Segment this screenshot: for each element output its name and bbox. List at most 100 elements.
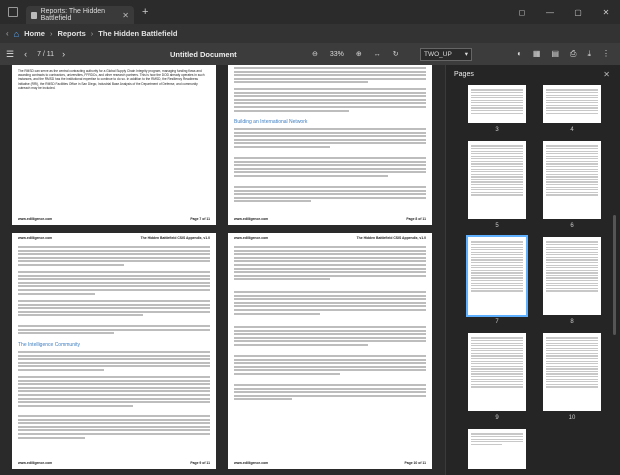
page-indicator[interactable]: 7 / 11 — [37, 51, 54, 58]
page-thumbnail-8[interactable] — [543, 237, 601, 315]
page-8-footer-pagenum: Page 8 of 11 — [406, 217, 426, 221]
page-8-footer-site: www.edilligence.com — [234, 217, 269, 221]
page-8: Building an International Network www.ed… — [228, 65, 432, 225]
right-tools: ◐ ▦ ▤ ⎙ ⤓ ⋮ — [517, 49, 610, 59]
page-9-para — [18, 351, 210, 373]
page-7-footer: www.edilligence.com Page 7 of 11 — [18, 217, 210, 221]
breadcrumb-home[interactable]: Home — [24, 29, 45, 38]
thumbnail-number: 7 — [495, 319, 499, 325]
page-10: www.edilligence.com The Hidden Battlefie… — [228, 233, 432, 469]
rotate-icon[interactable]: ↻ — [393, 50, 399, 58]
back-arrow-icon[interactable]: ‹ — [6, 29, 9, 38]
page-8-para — [234, 67, 426, 85]
page-8-para — [234, 186, 426, 212]
page-9-header-title: The Hidden Battlefield CSIS Appendix, v1… — [140, 236, 210, 240]
prev-page-icon[interactable]: ‹ — [24, 49, 27, 59]
page-8-para — [234, 128, 426, 154]
page-9-header: www.edilligence.com The Hidden Battlefie… — [12, 233, 216, 240]
fit-width-icon[interactable]: ↔ — [374, 51, 381, 58]
document-viewer[interactable]: The RMSD can serve as the central contra… — [0, 65, 445, 475]
page-thumbnail-5[interactable] — [468, 141, 526, 219]
zoom-out-icon[interactable]: ⊖ — [312, 50, 318, 58]
tab-title: Reports: The Hidden Battlefield — [40, 8, 106, 22]
page-8-para — [234, 157, 426, 183]
page-7-intro: The RMSD can serve as the central contra… — [18, 69, 205, 90]
page-9-para — [18, 300, 210, 322]
page-9-footer-pagenum: Page 9 of 11 — [190, 461, 210, 465]
home-icon[interactable]: ⌂ — [14, 29, 19, 39]
page-9-footer-site: www.edilligence.com — [18, 461, 53, 465]
close-sidebar-icon[interactable]: ✕ — [603, 70, 610, 79]
page-10-footer-pagenum: Page 10 of 11 — [404, 461, 427, 465]
download-icon[interactable]: ⤓ — [587, 49, 591, 59]
profile-icon[interactable]: ◻ — [508, 0, 536, 24]
breadcrumb-current: The Hidden Battlefield — [98, 29, 178, 38]
page-10-header: www.edilligence.com The Hidden Battlefie… — [228, 233, 432, 240]
window-controls: ◻ — ▢ ✕ — [508, 0, 620, 24]
thumbnail-number: 3 — [495, 127, 499, 133]
page-9-footer: www.edilligence.com Page 9 of 11 — [18, 461, 210, 465]
page-9-para — [18, 325, 210, 339]
page-9-subheading: The Intelligence Community — [18, 342, 80, 348]
page-thumbnail-10[interactable] — [543, 333, 601, 411]
palette-icon[interactable]: ◐ — [517, 49, 522, 59]
layout-select[interactable]: TWO_UP ▾ — [420, 47, 472, 61]
breadcrumb-reports[interactable]: Reports — [57, 29, 85, 38]
tab-active[interactable]: Reports: The Hidden Battlefield ✕ — [26, 6, 134, 24]
page-8-para — [234, 88, 426, 116]
new-tab-button[interactable]: + — [142, 6, 148, 18]
tab-close-icon[interactable]: ✕ — [122, 11, 129, 20]
page-9-para — [18, 246, 210, 268]
window-menu-icon[interactable] — [8, 7, 18, 17]
breadcrumb-separator: › — [90, 29, 94, 38]
title-bar: Reports: The Hidden Battlefield ✕ + ◻ — … — [0, 0, 620, 24]
page-favicon-icon — [31, 11, 37, 19]
page-10-para — [234, 384, 426, 406]
page-thumbnail-9[interactable] — [468, 333, 526, 411]
maximize-button[interactable]: ▢ — [564, 0, 592, 24]
address-bar: ‹ ⌂ Home › Reports › The Hidden Battlefi… — [0, 24, 620, 43]
page-9-header-site: www.edilligence.com — [18, 236, 53, 240]
page-thumbnail-7[interactable] — [466, 235, 528, 317]
page-8-footer: www.edilligence.com Page 8 of 11 — [234, 217, 426, 221]
zoom-in-icon[interactable]: ⊕ — [356, 50, 362, 58]
zoom-level[interactable]: 33% — [330, 51, 344, 58]
page-9-para — [18, 376, 210, 412]
thumbnail-number: 6 — [570, 223, 574, 229]
page-10-footer-site: www.edilligence.com — [234, 461, 269, 465]
page-thumbnail-3[interactable] — [468, 85, 526, 123]
more-options-icon[interactable]: ⋮ — [602, 49, 610, 59]
page-7: The RMSD can serve as the central contra… — [12, 65, 216, 225]
zoom-controls: ⊖ 33% ⊕ ↔ ↻ — [312, 50, 399, 59]
page-10-para — [234, 246, 426, 288]
page-thumbnail-6[interactable] — [543, 141, 601, 219]
page-thumbnail-11[interactable] — [468, 429, 526, 469]
layout-select-value: TWO_UP — [424, 50, 452, 58]
next-page-icon[interactable]: › — [62, 49, 65, 59]
print-icon[interactable]: ⎙ — [570, 49, 576, 59]
sidebar-header: Pages ✕ — [446, 65, 620, 84]
thumbnail-number: 9 — [495, 415, 499, 421]
document-title: Untitled Document — [170, 49, 237, 59]
pdf-toolbar: ☰ ‹ 7 / 11 › Untitled Document ⊖ 33% ⊕ ↔… — [0, 43, 620, 65]
close-window-button[interactable]: ✕ — [592, 0, 620, 24]
pages-sidebar: Pages ✕ 3 4 5 6 7 8 9 10 — [445, 65, 620, 475]
menu-icon[interactable]: ☰ — [6, 49, 14, 60]
sidebar-title: Pages — [454, 71, 474, 78]
minimize-button[interactable]: — — [536, 0, 564, 24]
chevron-down-icon: ▾ — [464, 51, 468, 58]
page-10-para — [234, 355, 426, 381]
page-thumbnail-4[interactable] — [543, 85, 601, 123]
thumbnail-number: 5 — [495, 223, 499, 229]
grid-view-icon[interactable]: ▦ — [533, 49, 541, 59]
document-icon[interactable]: ▤ — [551, 49, 559, 59]
thumbnail-number: 8 — [570, 319, 574, 325]
page-10-footer: www.edilligence.com Page 10 of 11 — [234, 461, 426, 465]
page-10-header-title: The Hidden Battlefield CSIS Appendix, v1… — [356, 236, 426, 240]
sidebar-scrollbar[interactable] — [613, 215, 616, 335]
page-9: www.edilligence.com The Hidden Battlefie… — [12, 233, 216, 469]
thumbnail-number: 4 — [570, 127, 574, 133]
page-7-footer-pagenum: Page 7 of 11 — [190, 217, 210, 221]
page-8-subheading: Building an International Network — [234, 119, 308, 125]
page-9-para — [18, 415, 210, 445]
